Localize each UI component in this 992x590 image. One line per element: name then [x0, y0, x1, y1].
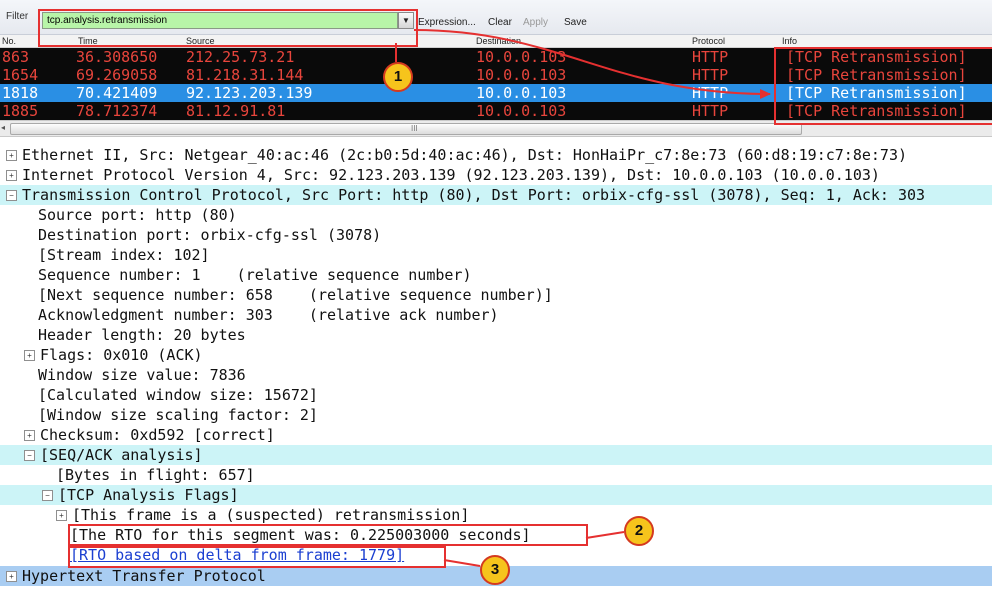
connector-line-3	[443, 559, 481, 567]
connector-line-2	[585, 531, 625, 539]
connector-arrow-info	[413, 29, 771, 95]
arrowhead-icon	[760, 89, 771, 99]
callout-2: 2	[624, 516, 654, 546]
annotation-connectors	[395, 29, 771, 567]
callout-3: 3	[480, 555, 510, 585]
callout-1: 1	[383, 62, 413, 92]
